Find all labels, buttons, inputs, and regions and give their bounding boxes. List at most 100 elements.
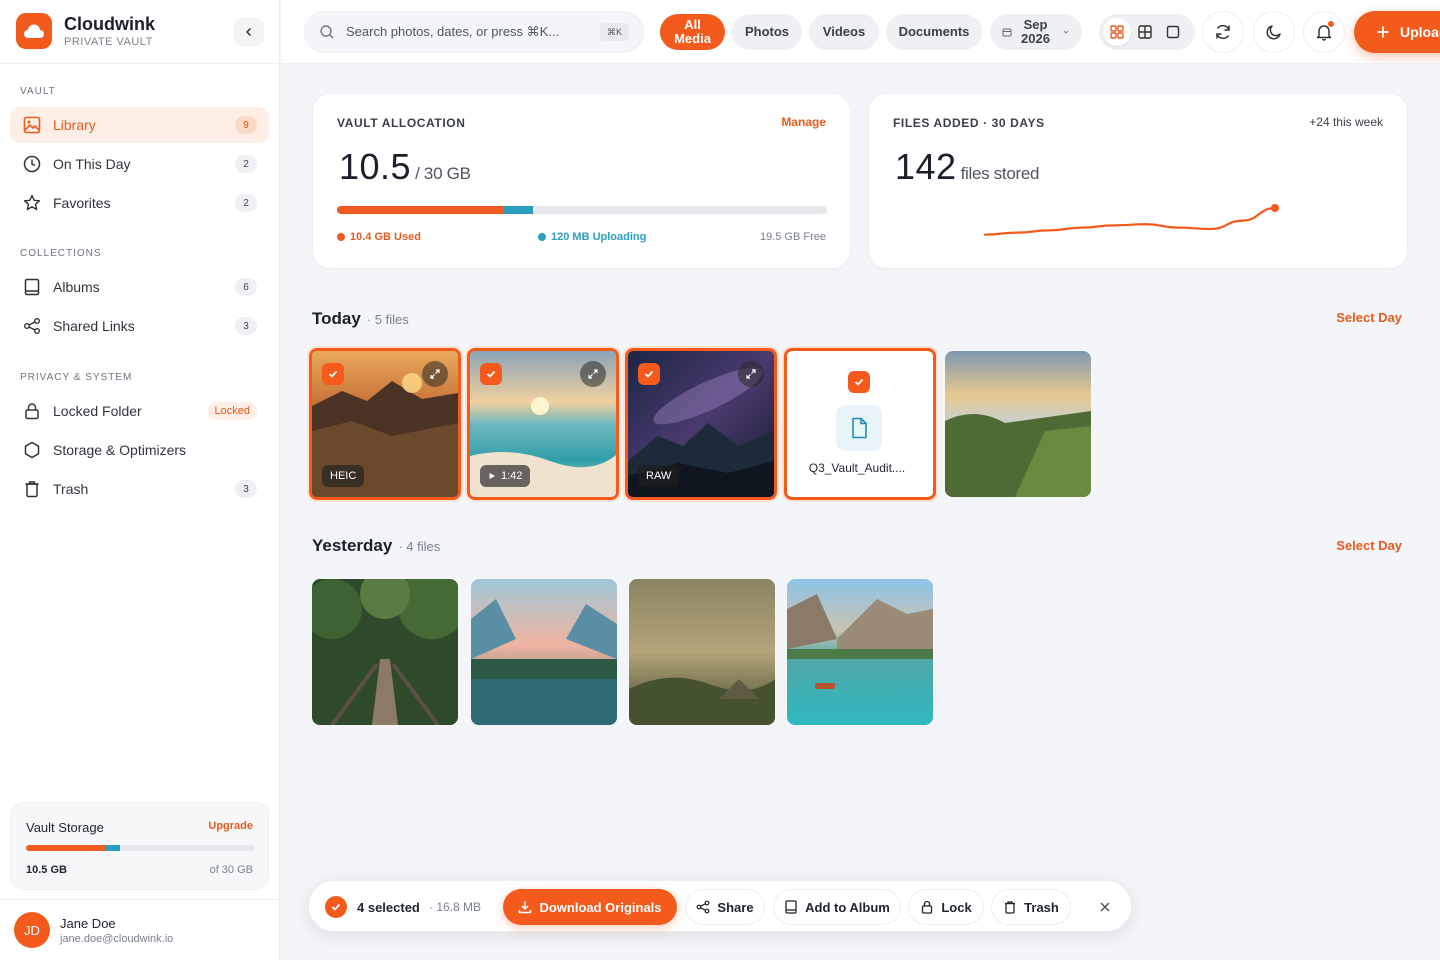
storage-used-label: 10.5 GB	[26, 864, 67, 876]
sidebar-item-label: Trash	[53, 481, 89, 497]
selected-checkbox[interactable]	[322, 363, 344, 385]
sidebar-item-shared-links[interactable]: Shared Links 3	[10, 308, 269, 344]
search-icon	[320, 25, 334, 39]
files-number: 142	[895, 146, 957, 187]
document-icon	[836, 405, 882, 451]
notifications-button[interactable]	[1303, 11, 1345, 53]
close-icon	[1100, 902, 1110, 912]
download-originals-button[interactable]: Download Originals	[503, 889, 677, 925]
allocation-value: 10.5/ 30 GB	[339, 146, 471, 188]
hexagon-icon	[22, 440, 42, 460]
selected-checkbox[interactable]	[848, 371, 870, 393]
button-label: Add to Album	[805, 899, 890, 915]
check-icon	[486, 370, 496, 378]
legend-used: 10.4 GB Used	[337, 231, 421, 243]
trash-button[interactable]: Trash	[991, 889, 1071, 925]
sidebar-item-on-this-day[interactable]: On This Day 2	[10, 146, 269, 182]
notification-dot	[1328, 21, 1334, 27]
share-button[interactable]: Share	[685, 889, 765, 925]
clock-icon	[22, 154, 42, 174]
files-value: 142 files stored	[895, 146, 1039, 188]
upgrade-link[interactable]: Upgrade	[208, 820, 253, 832]
play-icon	[489, 473, 495, 479]
user-email: jane.doe@cloudwink.io	[60, 933, 174, 945]
avatar[interactable]: JD	[14, 912, 50, 948]
sidebar-item-library[interactable]: Library 9	[10, 107, 269, 143]
select-day-today[interactable]: Select Day	[1336, 310, 1402, 325]
album-icon	[785, 900, 797, 914]
view-large-grid-button[interactable]	[1131, 18, 1159, 46]
lock-button[interactable]: Lock	[908, 889, 984, 925]
media-thumbnail-heic[interactable]: HEIC	[309, 348, 461, 500]
chevron-left-icon	[245, 27, 252, 37]
day-count: · 4 files	[398, 539, 441, 554]
lock-icon	[922, 900, 933, 914]
selection-checkbox[interactable]	[325, 896, 347, 918]
media-thumbnail-video[interactable]: 1:42	[467, 348, 619, 500]
expand-button[interactable]	[422, 361, 448, 387]
trend-line	[983, 206, 1277, 236]
legend-dot	[538, 233, 546, 241]
large-grid-icon	[1138, 25, 1152, 39]
media-thumbnail[interactable]	[787, 579, 933, 725]
expand-button[interactable]	[580, 361, 606, 387]
video-duration: 1:42	[501, 470, 523, 482]
select-day-yesterday[interactable]: Select Day	[1336, 538, 1402, 553]
trash-icon	[1005, 901, 1016, 914]
refresh-icon	[1216, 24, 1230, 40]
manage-link[interactable]: Manage	[781, 115, 826, 129]
sidebar-item-trash[interactable]: Trash 3	[10, 471, 269, 507]
section-label-vault: VAULT	[20, 86, 56, 97]
document-name: Q3_Vault_Audit....	[808, 461, 906, 475]
legend-dot	[337, 233, 345, 241]
media-thumbnail[interactable]	[312, 579, 458, 725]
sidebar-item-favorites[interactable]: Favorites 2	[10, 185, 269, 221]
check-icon	[644, 370, 654, 378]
collapse-sidebar-button[interactable]	[234, 18, 264, 46]
sync-button[interactable]	[1202, 11, 1244, 53]
search-input[interactable]: Search photos, dates, or press ⌘K... ⌘K	[304, 11, 644, 53]
brand[interactable]: Cloudwink PRIVATE VAULT	[16, 13, 155, 49]
format-tag: RAW	[638, 465, 680, 487]
cloud-logo-icon	[16, 13, 52, 49]
media-thumbnail[interactable]	[471, 579, 617, 725]
sidebar-item-albums[interactable]: Albums 6	[10, 269, 269, 305]
selected-checkbox[interactable]	[638, 363, 660, 385]
sidebar-item-label: On This Day	[53, 156, 131, 172]
media-thumbnail-raw[interactable]: RAW	[625, 348, 777, 500]
button-label: Share	[717, 899, 754, 915]
expand-button[interactable]	[738, 361, 764, 387]
legend-uploading: 120 MB Uploading	[538, 231, 646, 243]
allocation-number: 10.5	[339, 146, 412, 187]
count-badge: 9	[235, 116, 257, 134]
selected-checkbox[interactable]	[480, 363, 502, 385]
media-thumbnail[interactable]	[629, 579, 775, 725]
document-thumbnail[interactable]: Q3_Vault_Audit....	[784, 348, 936, 500]
sidebar-item-label: Albums	[53, 279, 100, 295]
sidebar: Cloudwink PRIVATE VAULT VAULT Library 9 …	[0, 0, 280, 960]
valley-river-photo	[471, 579, 617, 725]
storage-title: Vault Storage	[26, 820, 104, 835]
media-thumbnail[interactable]	[945, 351, 1091, 497]
sidebar-item-storage-optimizers[interactable]: Storage & Optimizers	[10, 432, 269, 468]
add-to-album-button[interactable]: Add to Album	[773, 889, 901, 925]
star-icon	[22, 193, 42, 213]
sidebar-item-label: Shared Links	[53, 318, 135, 334]
upload-button[interactable]: Upload	[1354, 11, 1440, 53]
allocation-used-fill	[337, 206, 504, 214]
close-selection-button[interactable]	[1095, 897, 1115, 917]
filter-all-media[interactable]: All Media	[660, 14, 725, 50]
cliffs-sunrise-photo	[945, 351, 1091, 497]
section-label-privacy: PRIVACY & SYSTEM	[20, 372, 133, 383]
brand-subtitle: PRIVATE VAULT	[64, 36, 153, 48]
theme-toggle-button[interactable]	[1253, 11, 1295, 53]
view-grid-button[interactable]	[1103, 18, 1131, 46]
image-icon	[22, 115, 42, 135]
date-picker[interactable]: Sep 2026	[990, 14, 1082, 50]
filter-photos[interactable]: Photos	[732, 14, 802, 50]
filter-videos[interactable]: Videos	[809, 14, 879, 50]
filter-documents[interactable]: Documents	[886, 14, 982, 50]
view-single-button[interactable]	[1159, 18, 1187, 46]
trash-icon	[22, 479, 42, 499]
sidebar-item-locked-folder[interactable]: Locked Folder Locked	[10, 393, 269, 429]
